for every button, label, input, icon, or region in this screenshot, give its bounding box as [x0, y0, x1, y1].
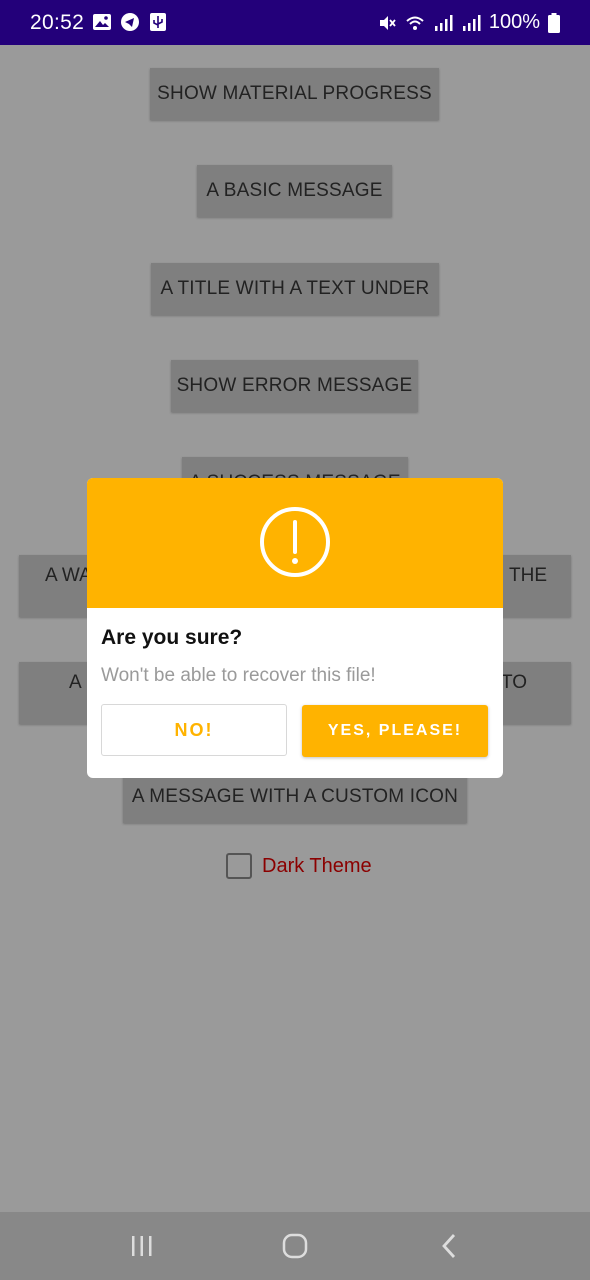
dialog-header	[87, 478, 503, 608]
image-icon	[92, 12, 112, 32]
confirm-button-label-left: A	[69, 672, 82, 693]
dark-theme-checkbox[interactable]	[226, 853, 252, 879]
show-material-progress-button[interactable]: SHOW MATERIAL PROGRESS	[150, 68, 439, 120]
recent-apps-icon[interactable]	[128, 1232, 156, 1260]
confirm-button-label-right: TO	[501, 672, 528, 693]
title-with-text-button[interactable]: A TITLE WITH A TEXT UNDER	[151, 263, 439, 315]
signal-icon	[461, 13, 481, 33]
custom-icon-message-button[interactable]: A MESSAGE WITH A CUSTOM ICON	[123, 771, 467, 823]
signal-icon	[433, 13, 453, 33]
status-bar: 20:52 100%	[0, 0, 590, 45]
home-icon[interactable]	[281, 1232, 309, 1260]
confirm-dialog: Are you sure? Won't be able to recover t…	[87, 478, 503, 778]
usb-icon	[148, 12, 168, 32]
confirm-button[interactable]: YES, PLEASE!	[302, 705, 488, 757]
warning-exclamation-icon	[259, 506, 331, 578]
warning-button-label-left: A WA	[45, 565, 92, 586]
battery-icon	[548, 12, 560, 33]
dark-theme-toggle[interactable]: Dark Theme	[226, 853, 372, 879]
mute-icon	[377, 13, 397, 33]
dark-theme-label: Dark Theme	[262, 854, 372, 877]
cancel-button[interactable]: NO!	[101, 704, 287, 756]
navigation-bar	[0, 1212, 590, 1280]
dialog-title: Are you sure?	[101, 626, 243, 649]
telegram-icon	[120, 12, 140, 32]
warning-button-label-right: THE	[509, 565, 547, 586]
basic-message-button[interactable]: A BASIC MESSAGE	[197, 165, 392, 217]
wifi-icon	[405, 13, 425, 33]
status-time: 20:52	[30, 11, 85, 34]
battery-percent: 100%	[488, 11, 540, 33]
dialog-message: Won't be able to recover this file!	[101, 665, 376, 686]
back-icon[interactable]	[436, 1232, 464, 1260]
show-error-message-button[interactable]: SHOW ERROR MESSAGE	[171, 360, 418, 412]
